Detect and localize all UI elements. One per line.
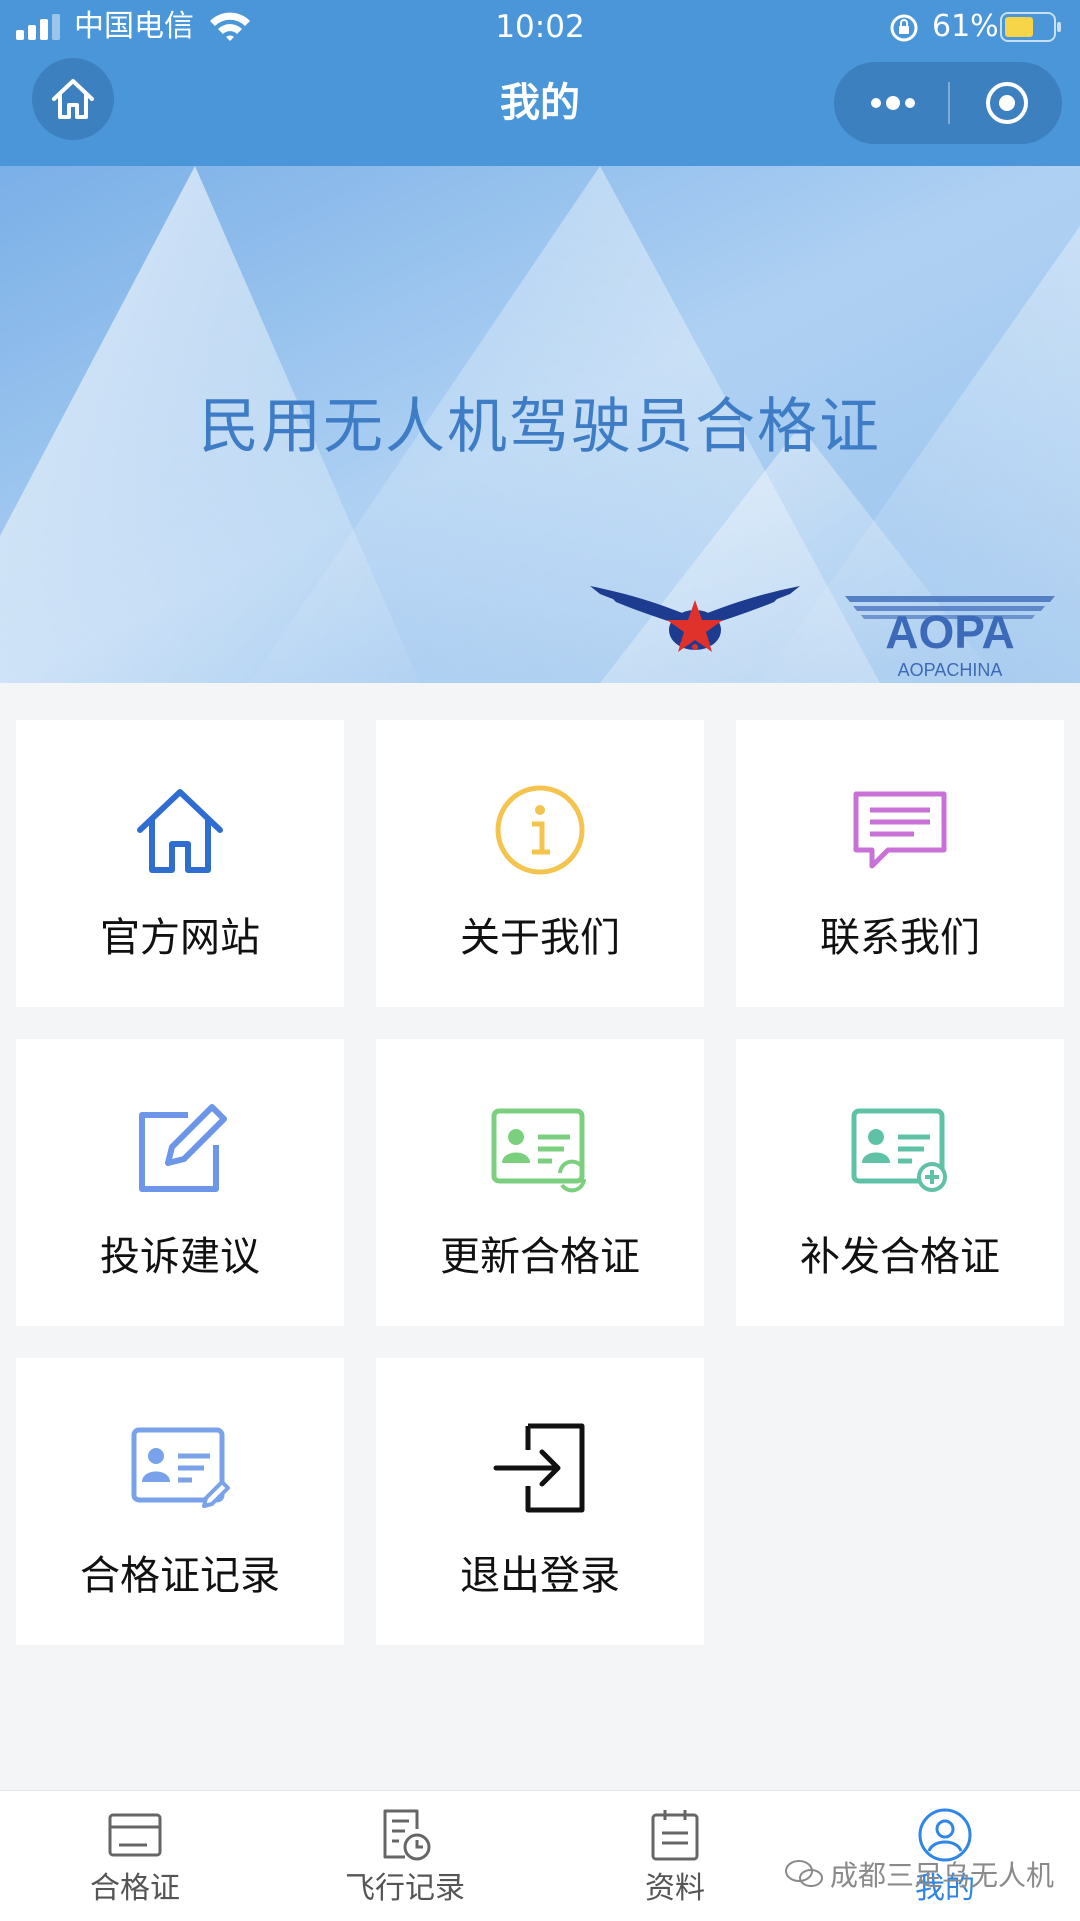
card-refresh-icon [491,1108,586,1193]
document-icon [651,1810,699,1861]
battery-icon [1000,12,1061,42]
menu-official-website[interactable]: 官方网站 [16,720,344,1007]
menu-about-us[interactable]: 关于我们 [376,720,704,1007]
edit-icon [139,1104,227,1192]
logout-icon [493,1423,585,1513]
menu-renew-certificate[interactable]: 更新合格证 [376,1039,704,1326]
tab-label: 飞行记录 [345,1871,465,1906]
tab-certificate[interactable]: 合格证 [0,1791,270,1921]
menu-label: 投诉建议 [100,1234,260,1280]
svg-text:AOPA: AOPA [885,606,1015,658]
message-icon [853,791,947,869]
tab-label: 资料 [645,1871,705,1906]
status-bar: 中国电信 10:02 61% [0,0,1080,54]
card-edit-icon [131,1427,230,1508]
menu-label: 关于我们 [460,915,620,961]
flight-record-icon [383,1809,431,1861]
tab-flight-record[interactable]: 飞行记录 [270,1791,540,1921]
watermark-text: 成都三足乌无人机 [830,1859,1055,1892]
close-target-icon[interactable] [984,80,1030,126]
menu-label: 补发合格证 [800,1234,1000,1280]
mini-program-capsule [834,62,1062,144]
menu-logout[interactable]: 退出登录 [376,1358,704,1645]
banner-title: 民用无人机驾驶员合格证 [199,392,881,462]
menu-label: 官方网站 [100,915,260,961]
menu-complaints[interactable]: 投诉建议 [16,1039,344,1326]
certificate-banner: AOPA AOPACHINA 民用无人机驾驶员合格证 [0,166,1080,683]
menu-reissue-certificate[interactable]: 补发合格证 [736,1039,1064,1326]
svg-text:AOPACHINA: AOPACHINA [898,660,1003,680]
menu-label: 合格证记录 [80,1553,280,1599]
menu-contact-us[interactable]: 联系我们 [736,720,1064,1007]
rotation-lock-icon [890,14,918,42]
watermark: 成都三足乌无人机 [784,1854,1054,1894]
wechat-icon [785,1860,823,1887]
top-bar: 中国电信 10:02 61% 我的 [0,0,1080,166]
battery-percent: 61% [932,9,999,44]
tab-label: 合格证 [90,1871,180,1906]
capsule-divider [948,82,950,124]
menu-certificate-records[interactable]: 合格证记录 [16,1358,344,1645]
info-icon [495,785,585,875]
more-icon[interactable] [868,88,918,118]
certificate-icon [108,1813,162,1857]
menu-grid: 官方网站 关于我们 联系我们 投诉建议 更新合格证 补发合格证 合格证记录 退出… [16,720,1064,1645]
menu-label: 联系我们 [820,915,980,961]
menu-label: 更新合格证 [440,1234,640,1280]
menu-label: 退出登录 [460,1553,620,1599]
card-add-icon [851,1108,947,1192]
tab-documents[interactable]: 资料 [540,1791,810,1921]
home-icon [137,789,223,873]
